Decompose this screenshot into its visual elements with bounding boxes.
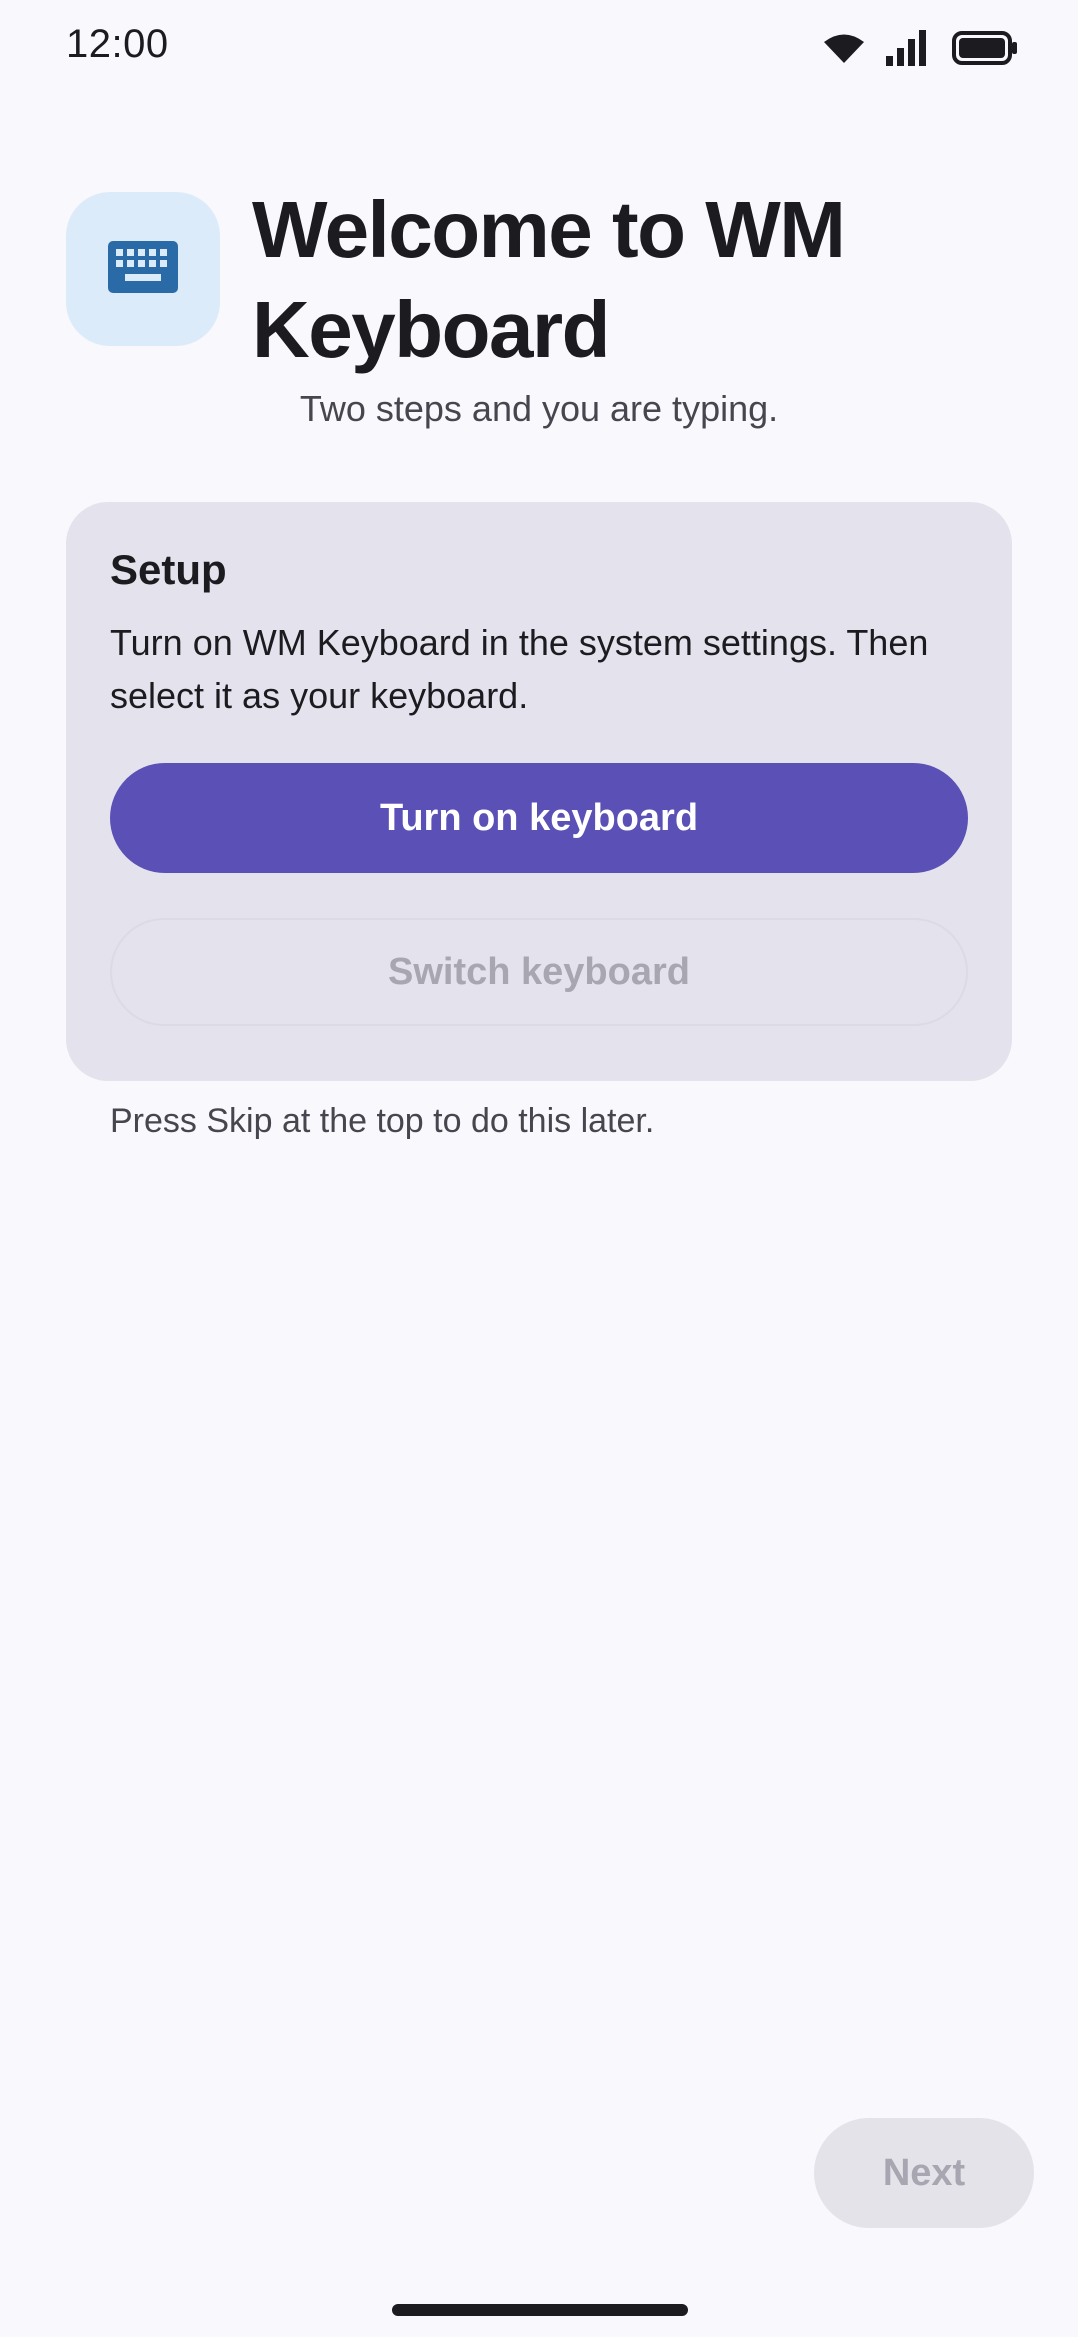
- setup-card: Setup Turn on WM Keyboard in the system …: [66, 502, 1012, 1081]
- skip-hint-text: Press Skip at the top to do this later.: [110, 1102, 655, 1140]
- keyboard-icon: [108, 240, 178, 298]
- turn-on-keyboard-button[interactable]: Turn on keyboard: [110, 763, 968, 873]
- status-icons: [824, 28, 1018, 68]
- wifi-icon: [824, 33, 864, 63]
- switch-keyboard-button[interactable]: Switch keyboard: [110, 918, 968, 1026]
- status-bar: 12:00: [0, 0, 1078, 96]
- status-time: 12:00: [66, 22, 169, 66]
- battery-icon: [952, 31, 1018, 65]
- app-icon-tile: [66, 192, 220, 346]
- next-button[interactable]: Next: [814, 2118, 1034, 2228]
- home-indicator[interactable]: [392, 2304, 688, 2316]
- page-subtitle: Two steps and you are typing.: [299, 388, 779, 429]
- cellular-signal-icon: [886, 30, 930, 66]
- setup-card-title: Setup: [110, 546, 227, 593]
- setup-card-description: Turn on WM Keyboard in the system settin…: [110, 622, 929, 716]
- page-title: Welcome to WM Keyboard: [252, 185, 846, 374]
